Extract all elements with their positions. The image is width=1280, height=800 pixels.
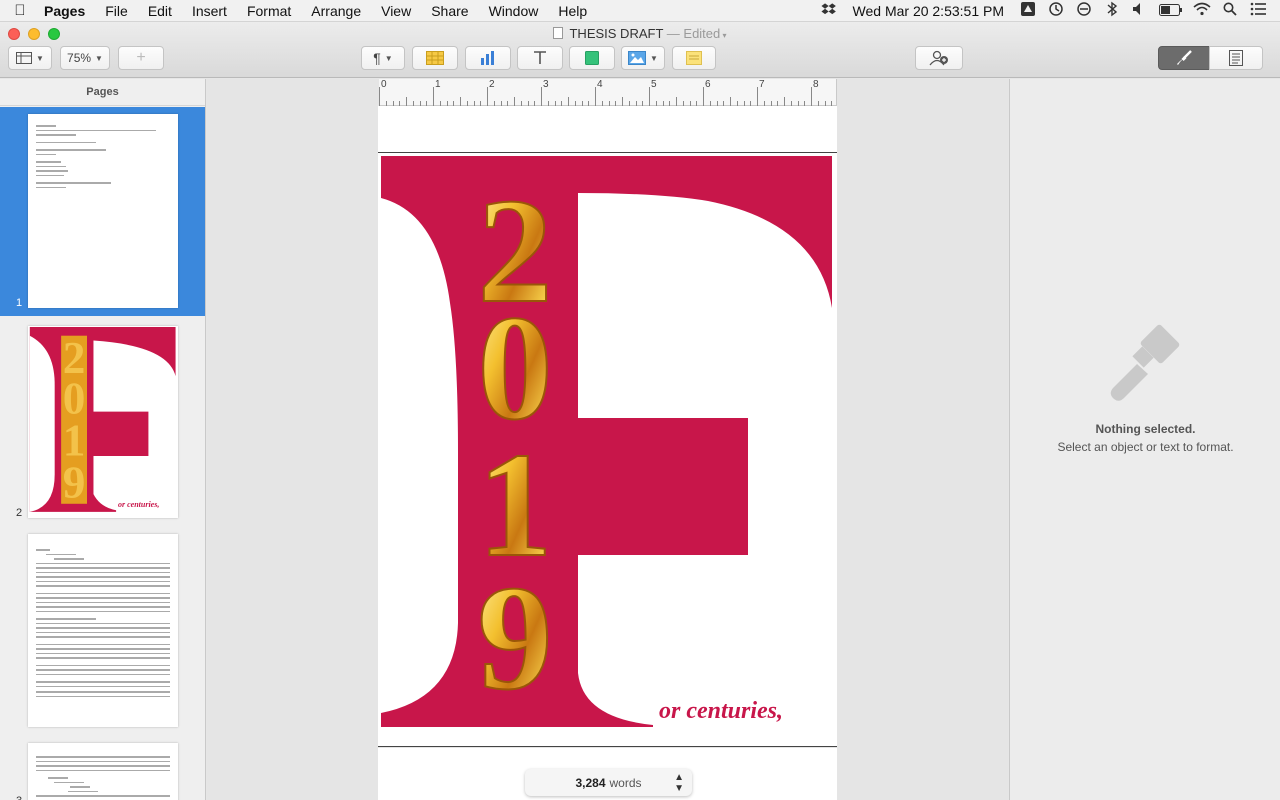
- status-area: Wed Mar 20 2:53:51 PM: [815, 1, 1280, 20]
- table-button[interactable]: [412, 46, 458, 70]
- paintbrush-icon: [1177, 50, 1192, 65]
- menu-edit[interactable]: Edit: [138, 0, 182, 22]
- nothing-selected-title: Nothing selected.: [1095, 422, 1196, 436]
- document-icon: [553, 27, 564, 39]
- nothing-selected-message: Nothing selected. Select an object or te…: [1010, 422, 1280, 454]
- volume-icon[interactable]: [1126, 2, 1154, 19]
- page-thumbnails-sidebar: Pages 1 2 0 1 9 or centuries, 2: [0, 79, 206, 800]
- year-digit-9: 9: [478, 555, 553, 721]
- add-page-plus-icon: +: [136, 49, 146, 66]
- shape-button[interactable]: [569, 46, 615, 70]
- edited-status: — Edited: [666, 26, 721, 41]
- battery-icon[interactable]: [1154, 3, 1188, 19]
- bluetooth-icon[interactable]: [1098, 1, 1126, 20]
- paragraph-icon: ¶: [373, 50, 381, 66]
- chart-button[interactable]: [465, 46, 511, 70]
- horizontal-ruler[interactable]: 0 1 2 3 4 5 6 7 8: [379, 79, 837, 106]
- page-2-cover[interactable]: 2 0 1 9 or centuries,: [378, 153, 837, 747]
- window-toolbar: THESIS DRAFT — Edited ▾ ▼ 75% ▼ + ¶ ▼ ▼: [0, 22, 1280, 78]
- chevron-down-icon: ▼: [384, 53, 393, 63]
- page-thumbnail-4[interactable]: [0, 735, 205, 800]
- sync-icon[interactable]: [1070, 1, 1098, 20]
- chevron-down-icon: ▼: [650, 53, 658, 63]
- chevron-down-icon: ▼: [95, 53, 103, 63]
- collaborate-icon: [929, 50, 948, 66]
- word-count-control[interactable]: 3,284 words ▲ ▼: [525, 769, 692, 796]
- shape-icon: [585, 51, 599, 65]
- page-number-label: 2: [16, 507, 23, 519]
- document-title-text: THESIS DRAFT: [569, 26, 664, 41]
- zoom-value: 75%: [67, 51, 92, 65]
- nothing-selected-hint: Select an object or text to format.: [1057, 440, 1234, 454]
- page-2-thumbnail-caption: or centuries,: [118, 500, 160, 509]
- time-machine-icon[interactable]: [1042, 1, 1070, 20]
- collaborate-button[interactable]: [915, 46, 963, 70]
- menu-app-pages[interactable]: Pages: [40, 0, 95, 22]
- notification-center-icon[interactable]: [1244, 2, 1272, 19]
- view-menu-button[interactable]: ▼: [8, 46, 52, 70]
- document-canvas[interactable]: 0 1 2 3 4 5 6 7 8 2 0 1 9 or centuries, …: [207, 79, 1008, 800]
- page-3-preview: [28, 534, 178, 727]
- page-2-preview: 2 0 1 9 or centuries,: [28, 326, 178, 518]
- text-box-icon: [534, 51, 546, 64]
- document-inspector-icon: [1229, 50, 1243, 66]
- page-thumbnail-2[interactable]: 2 0 1 9 or centuries, 2: [0, 319, 205, 524]
- format-button[interactable]: [1158, 46, 1210, 70]
- sidebar-view-icon: [16, 52, 33, 64]
- page-thumbnail-1[interactable]: 1: [0, 107, 205, 316]
- chevron-down-icon: ▼: [36, 53, 44, 63]
- menu-view[interactable]: View: [371, 0, 421, 22]
- cover-graphic: 2 0 1 9: [381, 156, 832, 727]
- spotlight-search-icon[interactable]: [1216, 2, 1244, 19]
- dropbox-icon[interactable]: [815, 2, 843, 19]
- menu-insert[interactable]: Insert: [182, 0, 237, 22]
- word-count-stepper-icon[interactable]: ▲ ▼: [674, 772, 684, 794]
- document-title[interactable]: THESIS DRAFT — Edited ▾: [0, 26, 1280, 41]
- document-inspector-button[interactable]: [1209, 46, 1263, 70]
- page-2-cover-thumbnail: 2 0 1 9: [28, 326, 178, 518]
- page-4-preview: [28, 743, 178, 800]
- apple-menu-icon[interactable]: : [0, 2, 40, 19]
- zoom-select[interactable]: 75% ▼: [60, 46, 110, 70]
- chart-icon: [481, 51, 494, 65]
- media-image-icon: [628, 51, 647, 65]
- paintbrush-icon: [1110, 324, 1180, 401]
- wifi-icon[interactable]: [1188, 2, 1216, 19]
- menu-arrange[interactable]: Arrange: [301, 0, 371, 22]
- word-count-value: 3,284: [575, 775, 606, 790]
- menu-clock[interactable]: Wed Mar 20 2:53:51 PM: [843, 3, 1014, 19]
- page-1-preview: [28, 114, 178, 308]
- insert-button[interactable]: ¶ ▼: [361, 46, 405, 70]
- svg-text:9: 9: [63, 457, 86, 507]
- pages-header: Pages: [0, 79, 205, 106]
- comment-button[interactable]: [672, 46, 716, 70]
- page-number-label: 1: [16, 297, 23, 309]
- format-inspector-panel: Nothing selected. Select an object or te…: [1009, 79, 1280, 800]
- previous-page-bottom[interactable]: [378, 106, 837, 153]
- text-box-button[interactable]: [517, 46, 563, 70]
- menu-file[interactable]: File: [95, 0, 138, 22]
- ruler-ticks: [379, 87, 832, 106]
- menu-window[interactable]: Window: [479, 0, 549, 22]
- title-chevron-icon[interactable]: ▾: [720, 31, 726, 40]
- comment-note-icon: [686, 51, 702, 65]
- media-button[interactable]: ▼: [621, 46, 665, 70]
- table-icon: [426, 51, 444, 65]
- word-count-unit: words: [609, 775, 642, 790]
- page-thumbnail-3[interactable]: 3: [0, 527, 205, 800]
- menu-share[interactable]: Share: [421, 0, 478, 22]
- cover-caption: or centuries,: [659, 698, 784, 724]
- menu-format[interactable]: Format: [237, 0, 301, 22]
- google-drive-icon[interactable]: [1014, 1, 1042, 20]
- add-page-button[interactable]: +: [118, 46, 164, 70]
- menu-bar:  Pages File Edit Insert Format Arrange …: [0, 0, 1280, 22]
- menu-help[interactable]: Help: [548, 0, 597, 22]
